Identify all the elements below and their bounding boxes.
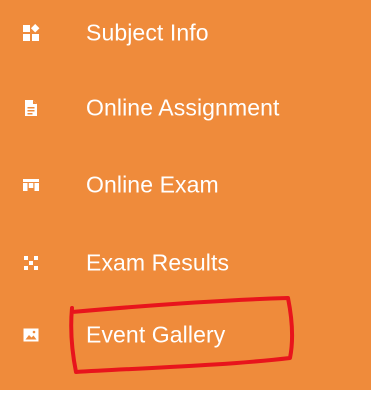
sidebar-item-label: Online Assignment <box>86 94 280 121</box>
sidebar-menu: Subject Info Online Assignment Online Ex… <box>0 0 371 390</box>
document-icon <box>22 99 40 117</box>
sidebar-item-event-gallery[interactable]: Event Gallery <box>0 305 371 365</box>
sidebar-item-online-exam[interactable]: Online Exam <box>0 155 371 215</box>
sidebar-item-subject-info[interactable]: Subject Info <box>0 3 371 63</box>
sidebar-item-label: Subject Info <box>86 19 209 46</box>
checker-icon <box>22 254 40 272</box>
boxes-icon <box>22 24 40 42</box>
sidebar-item-online-assignment[interactable]: Online Assignment <box>0 78 371 138</box>
sidebar-item-label: Event Gallery <box>86 321 226 348</box>
sidebar-item-label: Online Exam <box>86 171 219 198</box>
sidebar-item-exam-results[interactable]: Exam Results <box>0 233 371 293</box>
image-icon <box>22 326 40 344</box>
sidebar-item-label: Exam Results <box>86 249 230 276</box>
grid-icon <box>22 176 40 194</box>
